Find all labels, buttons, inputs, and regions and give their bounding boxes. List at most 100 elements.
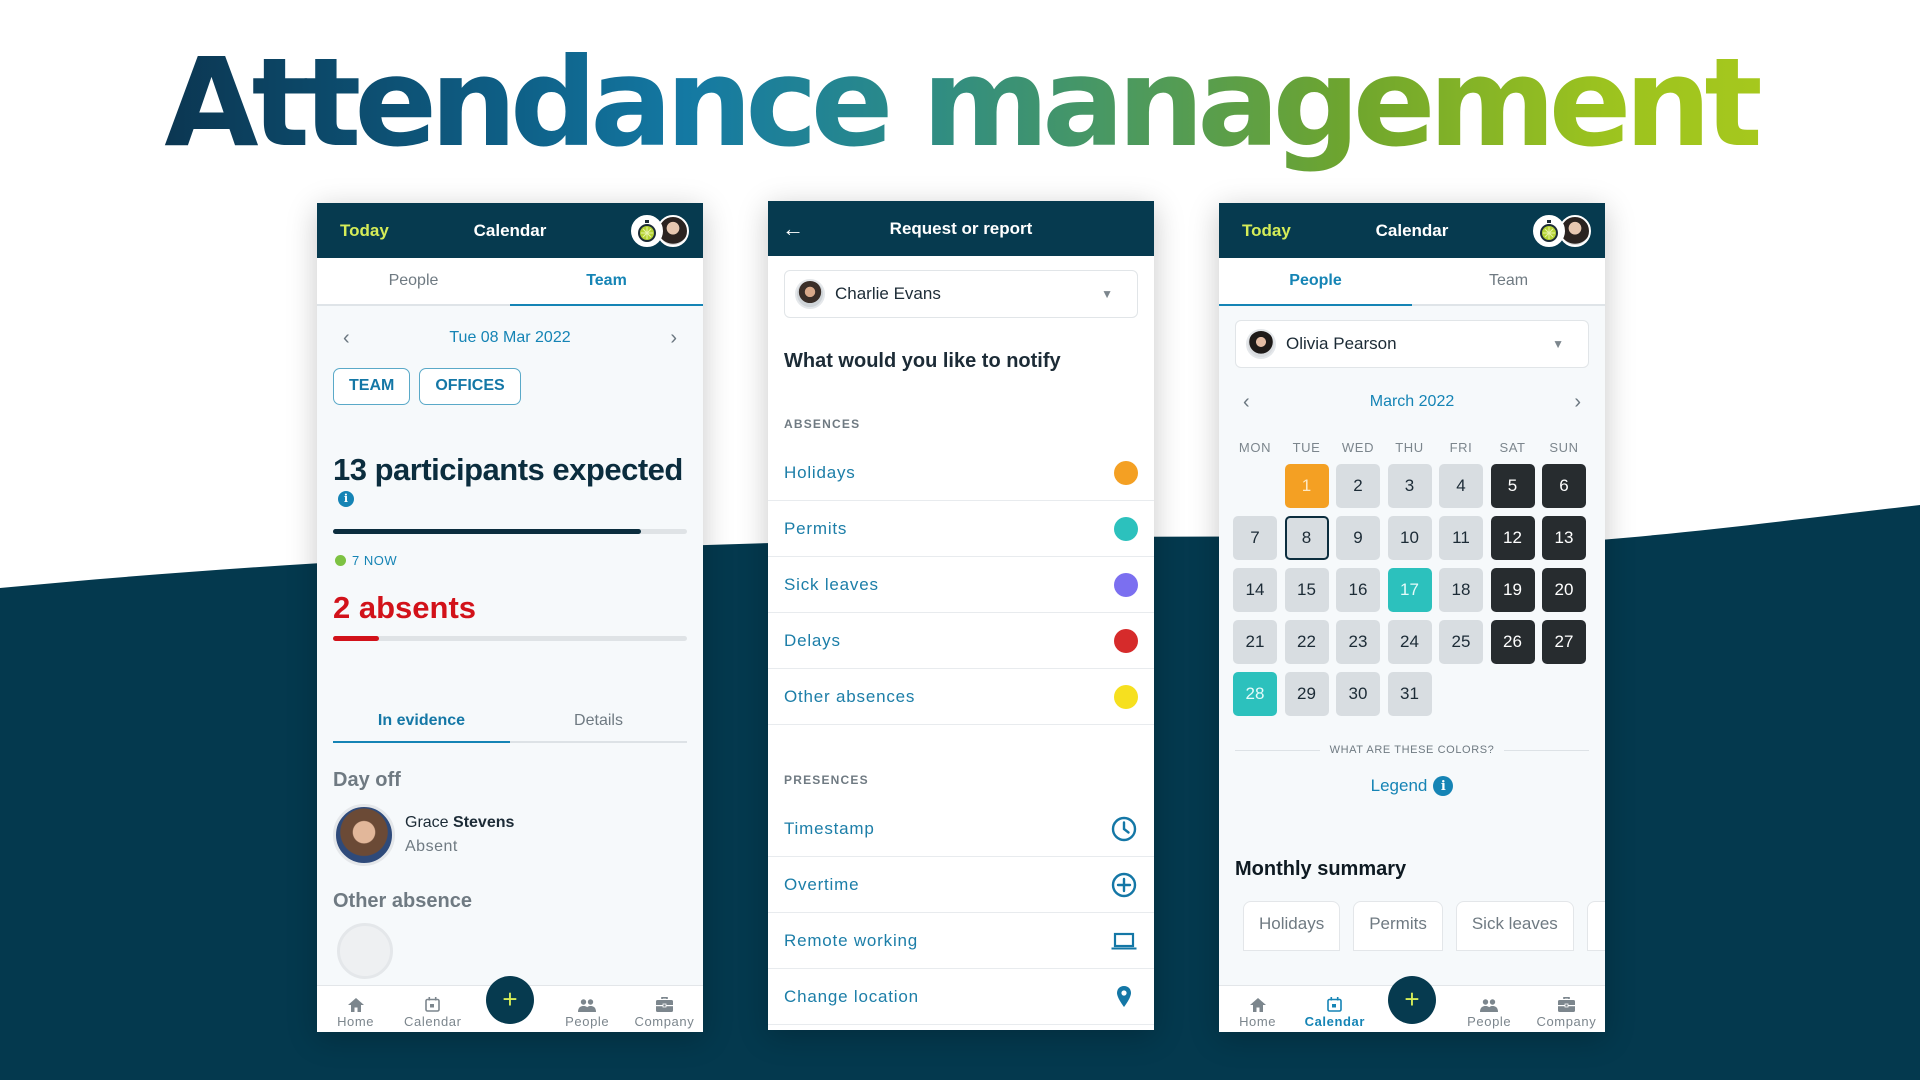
page-headline: Attendance management bbox=[0, 36, 1920, 190]
legend-link[interactable]: Legend i bbox=[1219, 776, 1605, 796]
absence-item-delays[interactable]: Delays bbox=[768, 613, 1154, 669]
calendar-day-work[interactable]: 4 bbox=[1439, 464, 1483, 508]
calendar-day-work[interactable]: 9 bbox=[1336, 516, 1380, 560]
person-row[interactable]: Grace Stevens Absent bbox=[333, 804, 687, 866]
presence-item-timestamp[interactable]: Timestamp bbox=[768, 801, 1154, 857]
presence-item-change-location[interactable]: Change location bbox=[768, 969, 1154, 1025]
person-select[interactable]: Olivia Pearson ▼ bbox=[1235, 320, 1589, 368]
calendar-day-weekend[interactable]: 13 bbox=[1542, 516, 1586, 560]
weekday-label: THU bbox=[1395, 440, 1424, 455]
calendar-day-work[interactable]: 10 bbox=[1387, 516, 1432, 560]
person-status: Absent bbox=[405, 838, 458, 855]
header-avatars[interactable] bbox=[631, 215, 689, 247]
presence-item-remote-working[interactable]: Remote working bbox=[768, 913, 1154, 969]
calendar-day-weekend[interactable]: 27 bbox=[1542, 620, 1586, 664]
filter-offices-chip[interactable]: OFFICES bbox=[419, 368, 521, 405]
calendar-day-work[interactable]: 18 bbox=[1439, 568, 1483, 612]
weekday-label: SUN bbox=[1549, 440, 1579, 455]
nav-calendar[interactable]: Calendar bbox=[1296, 986, 1373, 1032]
presence-item-overtime[interactable]: Overtime bbox=[768, 857, 1154, 913]
add-fab-button[interactable]: + bbox=[1388, 976, 1436, 1024]
info-icon[interactable]: i bbox=[338, 490, 354, 507]
briefcase-icon bbox=[1557, 997, 1575, 1012]
calendar-day-permit[interactable]: 17 bbox=[1387, 568, 1432, 612]
nav-home[interactable]: Home bbox=[1219, 986, 1296, 1032]
header-avatars[interactable] bbox=[1533, 215, 1591, 247]
stopwatch-icon[interactable] bbox=[1533, 215, 1565, 247]
calendar-day-weekend[interactable]: 20 bbox=[1542, 568, 1586, 612]
nav-company[interactable]: Company bbox=[1528, 986, 1605, 1032]
nav-company[interactable]: Company bbox=[626, 986, 703, 1032]
calendar-day-work[interactable]: 23 bbox=[1336, 620, 1380, 664]
tab-people[interactable]: People bbox=[1219, 258, 1412, 304]
person-select[interactable]: Charlie Evans ▼ bbox=[784, 270, 1138, 318]
summary-chip-permits[interactable]: Permits bbox=[1353, 901, 1443, 951]
stopwatch-icon[interactable] bbox=[631, 215, 663, 247]
summary-chip-holidays[interactable]: Holidays bbox=[1243, 901, 1341, 951]
calendar-day-work[interactable]: 3 bbox=[1387, 464, 1432, 508]
chevron-left-icon[interactable]: ‹ bbox=[343, 327, 350, 350]
chevron-right-icon[interactable]: › bbox=[670, 327, 677, 350]
filter-team-chip[interactable]: TEAM bbox=[333, 368, 411, 405]
calendar-day-holiday[interactable]: 1 bbox=[1284, 464, 1329, 508]
phone-request-or-report: ← Request or report Charlie Evans ▼ What… bbox=[768, 201, 1154, 1030]
presences-label: PRESENCES bbox=[784, 773, 869, 787]
calendar-day-weekend[interactable]: 12 bbox=[1490, 516, 1535, 560]
calendar-day-permit[interactable]: 28 bbox=[1233, 672, 1277, 716]
calendar-day-work[interactable]: 31 bbox=[1387, 672, 1432, 716]
detail-tabs: In evidence Details bbox=[333, 701, 687, 743]
bottom-nav: Home Calendar + People Company bbox=[317, 976, 703, 1032]
weekday-header: MON TUE WED THU FRI SAT SUN bbox=[1233, 440, 1605, 455]
nav-calendar[interactable]: Calendar bbox=[394, 986, 471, 1032]
tab-in-evidence[interactable]: In evidence bbox=[333, 701, 510, 741]
calendar-day-work[interactable]: 24 bbox=[1387, 620, 1432, 664]
header-title: Request or report bbox=[889, 218, 1033, 238]
calendar-day-work[interactable]: 16 bbox=[1336, 568, 1380, 612]
absence-item-other[interactable]: Other absences bbox=[768, 669, 1154, 725]
calendar-day-work[interactable]: 25 bbox=[1439, 620, 1483, 664]
chevron-left-icon[interactable]: ‹ bbox=[1243, 391, 1250, 414]
nav-home[interactable]: Home bbox=[317, 986, 394, 1032]
clock-icon bbox=[1111, 816, 1137, 841]
tab-team[interactable]: Team bbox=[510, 258, 703, 304]
calendar-day-work[interactable]: 29 bbox=[1284, 672, 1329, 716]
app-header: Today Calendar bbox=[317, 203, 703, 258]
color-dot-icon bbox=[1114, 684, 1138, 709]
section-day-off: Day off bbox=[333, 769, 401, 791]
people-icon bbox=[578, 999, 597, 1012]
nav-people[interactable]: People bbox=[1451, 986, 1528, 1032]
absence-item-permits[interactable]: Permits bbox=[768, 501, 1154, 557]
calendar-day-weekend[interactable]: 26 bbox=[1490, 620, 1535, 664]
calendar-day-work[interactable]: 21 bbox=[1233, 620, 1277, 664]
absence-item-sick-leaves[interactable]: Sick leaves bbox=[768, 557, 1154, 613]
bottom-nav: Home Calendar + People Company bbox=[1219, 976, 1605, 1032]
calendar-day-work[interactable]: 15 bbox=[1284, 568, 1329, 612]
calendar-day-work[interactable]: 30 bbox=[1336, 672, 1380, 716]
summary-chip-more[interactable] bbox=[1586, 901, 1605, 951]
calendar-day-work[interactable]: 7 bbox=[1233, 516, 1277, 560]
weekday-label: MON bbox=[1238, 440, 1272, 455]
colors-divider: WHAT ARE THESE COLORS? bbox=[1235, 744, 1590, 756]
phone-team-calendar: Today Calendar People Team ‹ Tue 08 Mar … bbox=[317, 203, 703, 1032]
tab-details[interactable]: Details bbox=[510, 701, 687, 741]
nav-people[interactable]: People bbox=[549, 986, 626, 1032]
calendar-day-work[interactable]: 14 bbox=[1233, 568, 1277, 612]
laptop-icon bbox=[1111, 932, 1137, 949]
chevron-right-icon[interactable]: › bbox=[1574, 391, 1581, 414]
absence-item-holidays[interactable]: Holidays bbox=[768, 445, 1154, 501]
home-icon bbox=[347, 998, 364, 1012]
calendar-day-weekend[interactable]: 5 bbox=[1490, 464, 1535, 508]
view-tabs: People Team bbox=[1219, 258, 1605, 306]
tab-team[interactable]: Team bbox=[1412, 258, 1605, 304]
calendar-day-today[interactable]: 8 bbox=[1284, 516, 1329, 560]
person-name: Grace Stevens bbox=[405, 814, 515, 831]
tab-people[interactable]: People bbox=[317, 258, 510, 304]
calendar-day-weekend[interactable]: 6 bbox=[1542, 464, 1586, 508]
calendar-day-work[interactable]: 22 bbox=[1284, 620, 1329, 664]
calendar-day-weekend[interactable]: 19 bbox=[1490, 568, 1535, 612]
date-navigator: ‹ Tue 08 Mar 2022 › bbox=[317, 318, 703, 358]
add-fab-button[interactable]: + bbox=[486, 976, 534, 1024]
summary-chip-sick-leaves[interactable]: Sick leaves bbox=[1455, 901, 1574, 951]
calendar-day-work[interactable]: 11 bbox=[1439, 516, 1483, 560]
calendar-day-work[interactable]: 2 bbox=[1336, 464, 1380, 508]
